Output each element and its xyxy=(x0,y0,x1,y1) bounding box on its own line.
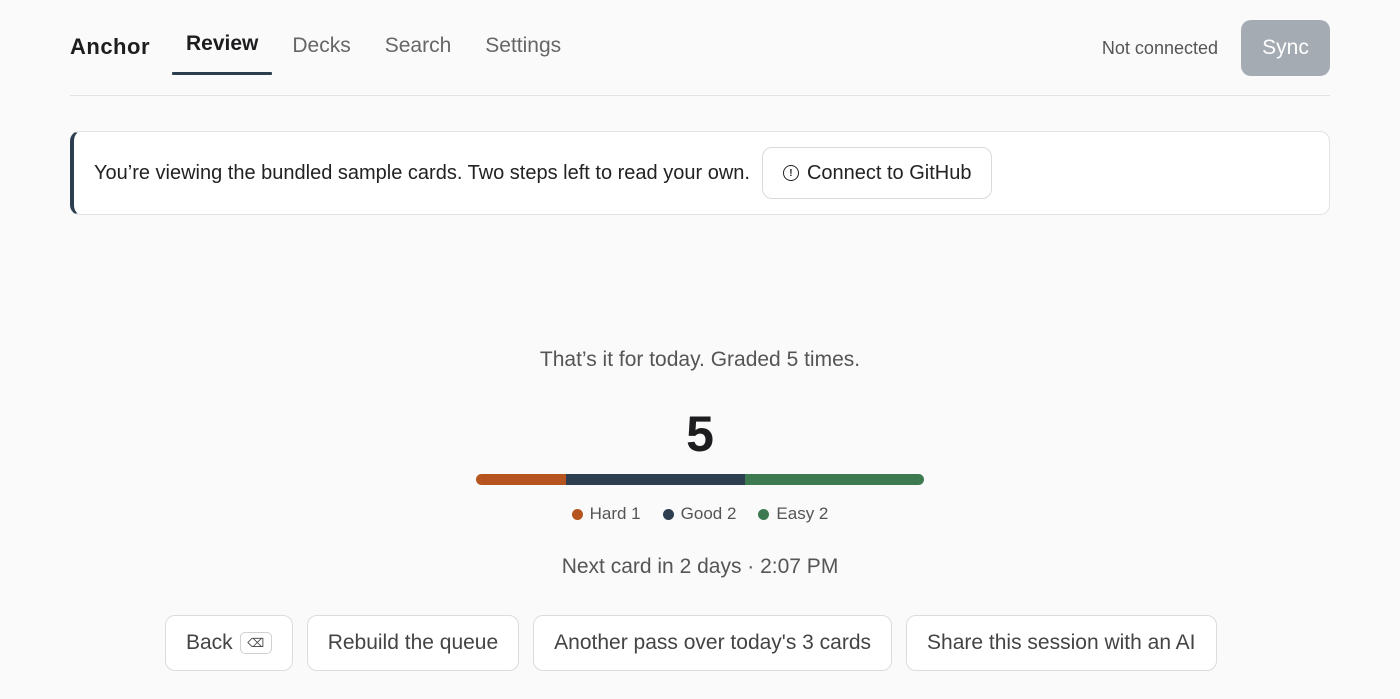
legend-easy: Easy 2 xyxy=(758,504,828,524)
tab-search[interactable]: Search xyxy=(385,0,452,96)
legend-label-hard: Hard 1 xyxy=(589,504,641,523)
app-brand: Anchor xyxy=(70,34,150,59)
legend-label-good: Good 2 xyxy=(680,504,737,523)
main-nav: Review Decks Search Settings xyxy=(171,0,595,96)
top-bar: Anchor Review Decks Search Settings Not … xyxy=(70,0,1330,96)
sync-button[interactable]: Sync xyxy=(1241,20,1330,76)
connect-github-label: Connect to GitHub xyxy=(806,161,972,184)
legend-dot-easy xyxy=(758,508,770,520)
connection-status: Not connected xyxy=(1101,38,1218,58)
legend-hard: Hard 1 xyxy=(571,504,641,524)
legend-label-easy: Easy 2 xyxy=(776,504,829,523)
rebuild-queue-button[interactable]: Rebuild the queue xyxy=(306,615,520,671)
share-session-button[interactable]: Share this session with an AI xyxy=(906,615,1217,671)
another-pass-button[interactable]: Another pass over today's 3 cards xyxy=(533,615,893,671)
backspace-key-icon: ⌫ xyxy=(239,632,272,654)
graded-count: 5 xyxy=(686,406,714,462)
tab-review[interactable]: Review xyxy=(171,0,273,96)
grade-bar-easy xyxy=(744,474,924,485)
session-actions: Back ⌫ Rebuild the queue Another pass ov… xyxy=(165,615,1231,671)
legend-good: Good 2 xyxy=(662,504,737,524)
connect-github-button[interactable]: ! Connect to GitHub xyxy=(761,147,993,199)
info-icon: ! xyxy=(782,165,799,181)
legend-dot-hard xyxy=(571,508,583,520)
back-label: Back xyxy=(186,631,233,654)
sample-cards-notice: You’re viewing the bundled sample cards.… xyxy=(70,131,1330,215)
session-summary: That’s it for today. Graded 5 times. xyxy=(539,348,861,371)
next-card-time: Next card in 2 days · 2:07 PM xyxy=(561,555,839,578)
tab-settings[interactable]: Settings xyxy=(485,0,561,96)
back-button[interactable]: Back ⌫ xyxy=(165,615,293,671)
notice-text: You’re viewing the bundled sample cards.… xyxy=(94,161,750,184)
legend-dot-good xyxy=(662,508,674,520)
grade-distribution-bar xyxy=(476,474,924,485)
grade-bar-hard xyxy=(476,474,566,485)
grade-legend: Hard 1 Good 2 Easy 2 xyxy=(0,504,1400,524)
grade-bar-good xyxy=(565,474,745,485)
review-page: Anchor Review Decks Search Settings Not … xyxy=(0,0,1400,699)
tab-decks[interactable]: Decks xyxy=(292,0,350,96)
